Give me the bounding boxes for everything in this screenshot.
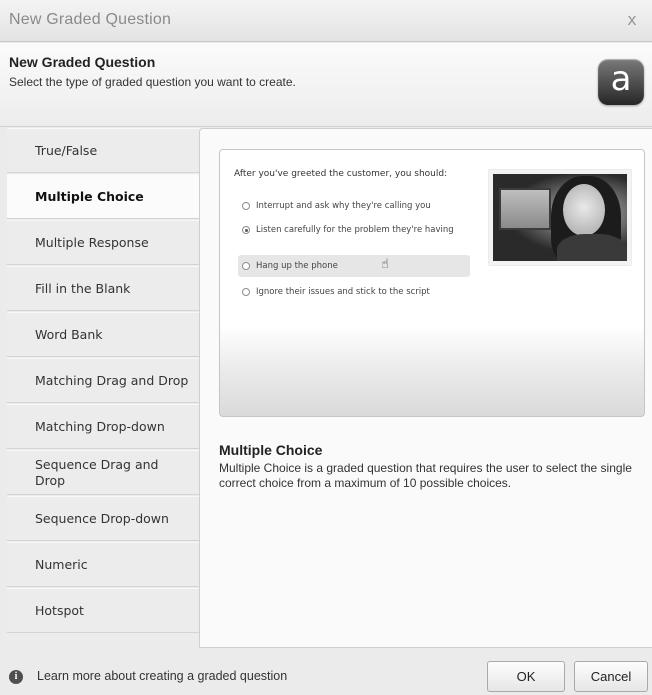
preview-option-hover: Hang up the phone ☝: [238, 255, 470, 277]
hand-cursor-icon: ☝: [381, 257, 389, 272]
sidebar-item-label: Numeric: [35, 556, 88, 572]
header-title: New Graded Question: [9, 54, 156, 70]
sidebar-item-word-bank[interactable]: Word Bank: [7, 312, 200, 357]
preview-option: Ignore their issues and stick to the scr…: [238, 287, 470, 298]
sidebar-item-label: True/False: [35, 142, 98, 158]
sidebar-item-label: Sequence Drag and Drop: [35, 456, 159, 488]
sidebar-item-label: Fill in the Blank: [35, 280, 131, 296]
radio-icon: [242, 202, 250, 210]
photo-body-shape: [557, 234, 627, 261]
learn-more-link[interactable]: Learn more about creating a graded quest…: [37, 669, 287, 683]
question-type-list: True/False Multiple Choice Multiple Resp…: [7, 128, 201, 640]
preview-question: After you've greeted the customer, you s…: [234, 169, 448, 179]
preview-option-label: Ignore their issues and stick to the scr…: [256, 287, 430, 297]
window-titlebar: New Graded Question x: [0, 0, 652, 42]
preview-option: Listen carefully for the problem they're…: [238, 225, 470, 236]
radio-icon: [242, 288, 250, 296]
sidebar-item-true-false[interactable]: True/False: [7, 128, 200, 173]
app-logo-icon: a: [598, 59, 644, 105]
sidebar-item-label: Sequence Drop-down: [35, 510, 169, 526]
description-text: Multiple Choice is a graded question tha…: [219, 461, 632, 490]
sidebar-item-numeric[interactable]: Numeric: [7, 542, 200, 587]
window-title: New Graded Question: [9, 11, 172, 28]
dialog-footer: i Learn more about creating a graded que…: [0, 649, 652, 695]
sidebar-item-label: Multiple Response: [35, 234, 149, 250]
photo-face-shape: [563, 184, 605, 236]
sidebar-item-label: Matching Drop-down: [35, 418, 165, 434]
sidebar-item-fill-in-the-blank[interactable]: Fill in the Blank: [7, 266, 200, 311]
question-preview: After you've greeted the customer, you s…: [219, 149, 645, 417]
preview-option-label: Hang up the phone: [256, 261, 338, 271]
info-icon: i: [9, 670, 23, 684]
photo-monitor-shape: [499, 188, 551, 230]
sidebar-item-hotspot[interactable]: Hotspot: [7, 588, 200, 633]
preview-option-label: Interrupt and ask why they're calling yo…: [256, 201, 431, 211]
preview-photo: [489, 170, 631, 265]
sidebar-item-label: Multiple Choice: [35, 188, 144, 204]
ok-button[interactable]: OK: [487, 661, 565, 692]
close-icon[interactable]: x: [622, 10, 642, 30]
sidebar-item-sequence-drop-down[interactable]: Sequence Drop-down: [7, 496, 200, 541]
radio-selected-icon: [242, 226, 250, 234]
preview-option-label: Listen carefully for the problem they're…: [256, 225, 454, 235]
description-title: Multiple Choice: [219, 442, 323, 458]
dialog-header: New Graded Question Select the type of g…: [0, 43, 652, 127]
question-type-details: After you've greeted the customer, you s…: [199, 128, 652, 648]
sidebar-item-multiple-response[interactable]: Multiple Response: [7, 220, 200, 265]
sidebar-item-label: Word Bank: [35, 326, 103, 342]
sidebar-item-sequence-drag-and-drop[interactable]: Sequence Drag and Drop: [7, 450, 200, 495]
sidebar-item-label: Matching Drag and Drop: [35, 372, 189, 388]
cancel-button[interactable]: Cancel: [574, 661, 648, 692]
sidebar-item-label: Hotspot: [35, 602, 84, 618]
radio-icon: [242, 262, 250, 270]
sidebar-item-multiple-choice[interactable]: Multiple Choice: [7, 174, 201, 219]
header-subtitle: Select the type of graded question you w…: [9, 75, 296, 89]
preview-option: Interrupt and ask why they're calling yo…: [238, 201, 470, 212]
sidebar-item-matching-drop-down[interactable]: Matching Drop-down: [7, 404, 200, 449]
sidebar-item-matching-drag-and-drop[interactable]: Matching Drag and Drop: [7, 358, 200, 403]
